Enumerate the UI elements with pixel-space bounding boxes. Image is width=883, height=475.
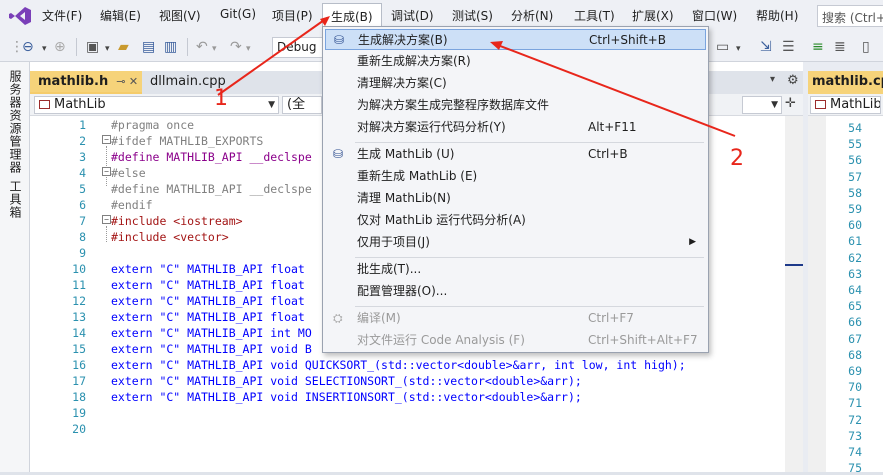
annotation-label-1: 1 (214, 86, 228, 111)
annotation-overlay (217, 16, 736, 137)
annotation-label-2: 2 (730, 146, 744, 171)
annotation-arrowhead-1 (320, 16, 330, 26)
annotation-arrow-2 (494, 43, 736, 137)
annotation-arrow-1 (217, 17, 328, 96)
